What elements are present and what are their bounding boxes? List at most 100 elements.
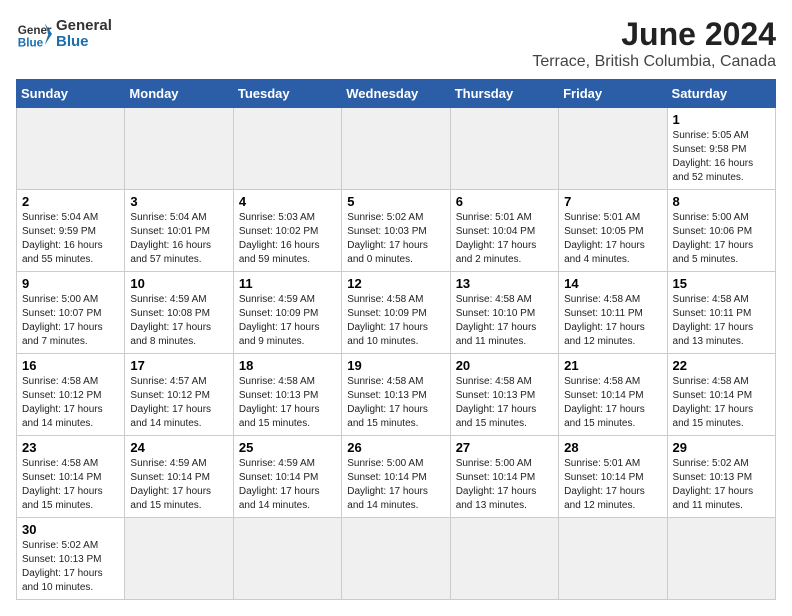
day-number: 24 <box>130 440 227 455</box>
day-info: Sunrise: 4:58 AM Sunset: 10:11 PM Daylig… <box>564 293 661 349</box>
calendar-header: SundayMondayTuesdayWednesdayThursdayFrid… <box>17 80 776 108</box>
day-info: Sunrise: 4:59 AM Sunset: 10:14 PM Daylig… <box>130 457 227 513</box>
calendar-cell: 28 Sunrise: 5:01 AM Sunset: 10:14 PM Dayl… <box>559 436 667 518</box>
calendar-cell <box>125 518 233 600</box>
day-info: Sunrise: 5:01 AM Sunset: 10:14 PM Daylig… <box>564 457 661 513</box>
day-number: 10 <box>130 276 227 291</box>
logo: General Blue General Blue <box>16 16 112 52</box>
calendar-cell: 17 Sunrise: 4:57 AM Sunset: 10:12 PM Dayl… <box>125 354 233 436</box>
calendar-cell: 24 Sunrise: 4:59 AM Sunset: 10:14 PM Dayl… <box>125 436 233 518</box>
calendar-cell: 12Sunrise: 4:58 AM Sunset: 10:09 PM Dayl… <box>342 272 450 354</box>
day-number: 13 <box>456 276 553 291</box>
calendar-week-0: 1 Sunrise: 5:05 AM Sunset: 9:58 PM Daylig… <box>17 108 776 190</box>
calendar-week-1: 2Sunrise: 5:04 AM Sunset: 9:59 PM Daylig… <box>17 190 776 272</box>
calendar-cell <box>342 518 450 600</box>
calendar-cell: 30 Sunrise: 5:02 AM Sunset: 10:13 PM Dayl… <box>17 518 125 600</box>
day-info: Sunrise: 4:58 AM Sunset: 10:11 PM Daylig… <box>673 293 770 349</box>
day-info: Sunrise: 5:00 AM Sunset: 10:14 PM Daylig… <box>456 457 553 513</box>
calendar-cell: 7 Sunrise: 5:01 AM Sunset: 10:05 PM Dayli… <box>559 190 667 272</box>
day-number: 16 <box>22 358 119 373</box>
day-number: 30 <box>22 522 119 537</box>
day-info: Sunrise: 4:58 AM Sunset: 10:12 PM Daylig… <box>22 375 119 431</box>
calendar-cell <box>559 518 667 600</box>
day-info: Sunrise: 4:58 AM Sunset: 10:14 PM Daylig… <box>673 375 770 431</box>
calendar-title: June 2024 <box>532 16 776 53</box>
calendar-cell: 1 Sunrise: 5:05 AM Sunset: 9:58 PM Daylig… <box>667 108 775 190</box>
calendar-cell: 13Sunrise: 4:58 AM Sunset: 10:10 PM Dayl… <box>450 272 558 354</box>
calendar-cell <box>450 108 558 190</box>
weekday-header-saturday: Saturday <box>667 80 775 108</box>
day-info: Sunrise: 5:03 AM Sunset: 10:02 PM Daylig… <box>239 211 336 267</box>
calendar-cell: 21 Sunrise: 4:58 AM Sunset: 10:14 PM Dayl… <box>559 354 667 436</box>
weekday-header-thursday: Thursday <box>450 80 558 108</box>
calendar-cell: 19 Sunrise: 4:58 AM Sunset: 10:13 PM Dayl… <box>342 354 450 436</box>
calendar-cell: 20Sunrise: 4:58 AM Sunset: 10:13 PM Dayl… <box>450 354 558 436</box>
calendar-cell: 10Sunrise: 4:59 AM Sunset: 10:08 PM Dayl… <box>125 272 233 354</box>
day-number: 19 <box>347 358 444 373</box>
day-info: Sunrise: 5:04 AM Sunset: 10:01 PM Daylig… <box>130 211 227 267</box>
day-info: Sunrise: 5:05 AM Sunset: 9:58 PM Dayligh… <box>673 129 770 185</box>
day-info: Sunrise: 4:58 AM Sunset: 10:09 PM Daylig… <box>347 293 444 349</box>
day-info: Sunrise: 5:01 AM Sunset: 10:05 PM Daylig… <box>564 211 661 267</box>
calendar-cell <box>450 518 558 600</box>
calendar-cell: 15 Sunrise: 4:58 AM Sunset: 10:11 PM Dayl… <box>667 272 775 354</box>
day-info: Sunrise: 5:01 AM Sunset: 10:04 PM Daylig… <box>456 211 553 267</box>
calendar-cell: 5 Sunrise: 5:02 AM Sunset: 10:03 PM Dayli… <box>342 190 450 272</box>
day-number: 29 <box>673 440 770 455</box>
logo-blue-text: Blue <box>56 34 112 51</box>
calendar-week-2: 9 Sunrise: 5:00 AM Sunset: 10:07 PM Dayli… <box>17 272 776 354</box>
svg-text:Blue: Blue <box>18 37 44 50</box>
day-number: 21 <box>564 358 661 373</box>
day-info: Sunrise: 5:04 AM Sunset: 9:59 PM Dayligh… <box>22 211 119 267</box>
day-info: Sunrise: 4:59 AM Sunset: 10:14 PM Daylig… <box>239 457 336 513</box>
day-number: 26 <box>347 440 444 455</box>
day-info: Sunrise: 4:58 AM Sunset: 10:14 PM Daylig… <box>22 457 119 513</box>
calendar-cell: 16 Sunrise: 4:58 AM Sunset: 10:12 PM Dayl… <box>17 354 125 436</box>
day-info: Sunrise: 4:59 AM Sunset: 10:09 PM Daylig… <box>239 293 336 349</box>
calendar-cell: 8 Sunrise: 5:00 AM Sunset: 10:06 PM Dayli… <box>667 190 775 272</box>
calendar-cell: 18Sunrise: 4:58 AM Sunset: 10:13 PM Dayl… <box>233 354 341 436</box>
day-number: 27 <box>456 440 553 455</box>
page-header: General Blue General Blue June 2024 Terr… <box>16 16 776 71</box>
day-info: Sunrise: 4:58 AM Sunset: 10:13 PM Daylig… <box>347 375 444 431</box>
calendar-week-3: 16 Sunrise: 4:58 AM Sunset: 10:12 PM Dayl… <box>17 354 776 436</box>
day-number: 1 <box>673 112 770 127</box>
day-info: Sunrise: 5:02 AM Sunset: 10:03 PM Daylig… <box>347 211 444 267</box>
calendar-cell: 9 Sunrise: 5:00 AM Sunset: 10:07 PM Dayli… <box>17 272 125 354</box>
day-number: 15 <box>673 276 770 291</box>
day-info: Sunrise: 5:00 AM Sunset: 10:07 PM Daylig… <box>22 293 119 349</box>
day-number: 28 <box>564 440 661 455</box>
day-number: 9 <box>22 276 119 291</box>
day-info: Sunrise: 4:57 AM Sunset: 10:12 PM Daylig… <box>130 375 227 431</box>
calendar-cell: 25Sunrise: 4:59 AM Sunset: 10:14 PM Dayl… <box>233 436 341 518</box>
day-number: 8 <box>673 194 770 209</box>
title-area: June 2024 Terrace, British Columbia, Can… <box>532 16 776 71</box>
calendar-cell <box>559 108 667 190</box>
calendar-cell <box>667 518 775 600</box>
day-number: 23 <box>22 440 119 455</box>
calendar-cell: 4Sunrise: 5:03 AM Sunset: 10:02 PM Dayli… <box>233 190 341 272</box>
day-number: 3 <box>130 194 227 209</box>
logo-general-text: General <box>56 18 112 35</box>
calendar-table: SundayMondayTuesdayWednesdayThursdayFrid… <box>16 79 776 600</box>
day-info: Sunrise: 5:00 AM Sunset: 10:06 PM Daylig… <box>673 211 770 267</box>
calendar-cell: 26Sunrise: 5:00 AM Sunset: 10:14 PM Dayl… <box>342 436 450 518</box>
calendar-cell: 27 Sunrise: 5:00 AM Sunset: 10:14 PM Dayl… <box>450 436 558 518</box>
day-number: 11 <box>239 276 336 291</box>
day-number: 7 <box>564 194 661 209</box>
day-number: 17 <box>130 358 227 373</box>
day-number: 6 <box>456 194 553 209</box>
day-info: Sunrise: 5:02 AM Sunset: 10:13 PM Daylig… <box>673 457 770 513</box>
svg-text:General: General <box>18 24 52 37</box>
calendar-cell <box>233 518 341 600</box>
calendar-cell: 2Sunrise: 5:04 AM Sunset: 9:59 PM Daylig… <box>17 190 125 272</box>
day-info: Sunrise: 4:58 AM Sunset: 10:13 PM Daylig… <box>456 375 553 431</box>
weekday-header-friday: Friday <box>559 80 667 108</box>
day-number: 5 <box>347 194 444 209</box>
calendar-cell: 29 Sunrise: 5:02 AM Sunset: 10:13 PM Dayl… <box>667 436 775 518</box>
day-info: Sunrise: 4:58 AM Sunset: 10:14 PM Daylig… <box>564 375 661 431</box>
day-info: Sunrise: 5:02 AM Sunset: 10:13 PM Daylig… <box>22 539 119 595</box>
calendar-week-4: 23 Sunrise: 4:58 AM Sunset: 10:14 PM Dayl… <box>17 436 776 518</box>
calendar-cell: 6 Sunrise: 5:01 AM Sunset: 10:04 PM Dayli… <box>450 190 558 272</box>
calendar-cell: 22Sunrise: 4:58 AM Sunset: 10:14 PM Dayl… <box>667 354 775 436</box>
